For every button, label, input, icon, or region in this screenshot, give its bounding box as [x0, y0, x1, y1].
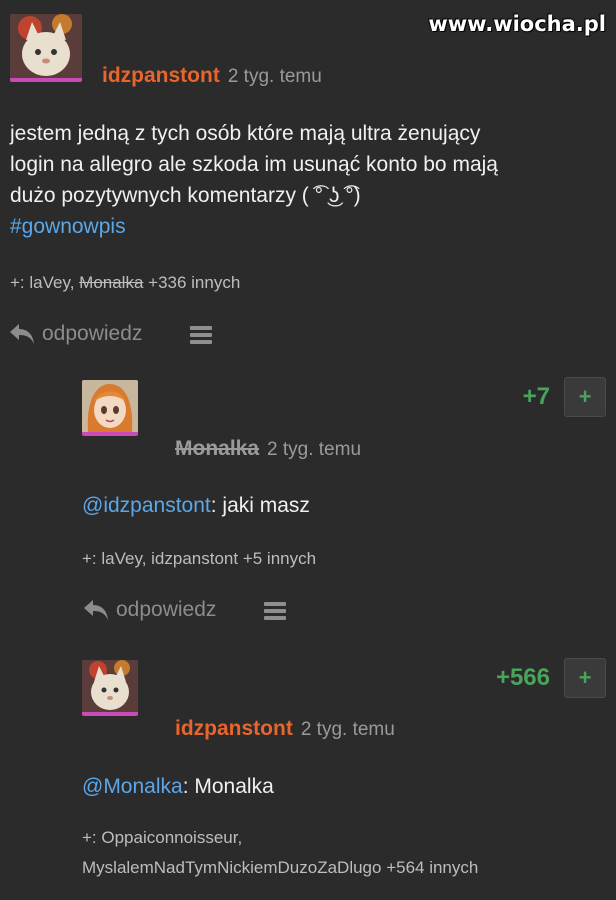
mention-link[interactable]: @idzpanstont [82, 494, 211, 517]
reply-arrow-icon [84, 600, 108, 620]
voter-link[interactable]: laVey [29, 273, 69, 292]
comment-vote-count: +7 [522, 383, 550, 410]
comment-header: idzpanstont 2 tyg. temu [175, 717, 395, 741]
post-author[interactable]: idzpanstont [102, 64, 220, 88]
mention-link[interactable]: @Monalka [82, 775, 183, 798]
comment-voters[interactable]: +: laVey, idzpanstont +5 innych [82, 544, 316, 574]
anime-girl-avatar-icon [82, 380, 138, 432]
comment-body: @Monalka: Monalka [82, 771, 274, 802]
comment-header: Monalka 2 tyg. temu [175, 437, 361, 461]
reply-label: odpowiedz [42, 322, 143, 345]
reply-button[interactable]: odpowiedz [8, 322, 142, 346]
menu-icon[interactable] [190, 326, 212, 344]
comment-vote-count: +566 [495, 664, 550, 691]
post-body-line: dużo pozytywnych komentarzy ( ͡° ͜ʖ ͡°) [10, 184, 361, 207]
cat-avatar-icon [10, 14, 82, 78]
post-header: idzpanstont 2 tyg. temu [102, 64, 322, 88]
comment-voters[interactable]: +: Oppaiconnoisseur, MyslalemNadTymNicki… [82, 823, 478, 883]
voter-link[interactable]: Monalka [79, 273, 143, 292]
cat-avatar-icon [82, 660, 138, 712]
reply-arrow-icon [10, 324, 34, 344]
avatar[interactable] [10, 14, 82, 82]
voters-separator: , [69, 273, 80, 292]
post-body: jestem jedną z tych osób które mają ultr… [10, 118, 610, 242]
avatar[interactable] [82, 380, 138, 436]
voters-more[interactable]: +336 innych [143, 273, 240, 292]
comment-author[interactable]: Monalka [175, 437, 259, 461]
comment-body: @idzpanstont: jaki masz [82, 490, 310, 521]
comment-time[interactable]: 2 tyg. temu [267, 439, 361, 461]
avatar[interactable] [82, 660, 138, 716]
post-body-line: jestem jedną z tych osób które mają ultr… [10, 122, 481, 145]
post-time[interactable]: 2 tyg. temu [228, 66, 322, 88]
watermark: www.wiocha.pl [428, 12, 606, 36]
comment-author[interactable]: idzpanstont [175, 717, 293, 741]
menu-icon[interactable] [264, 602, 286, 620]
voters-prefix: +: [10, 273, 30, 292]
comment-text: : jaki masz [210, 494, 310, 517]
post-voters: +: laVey, Monalka +336 innych [10, 268, 240, 298]
post-body-line: login na allegro ale szkoda im usunąć ko… [10, 153, 498, 176]
voters-line: MyslalemNadTymNickiemDuzoZaDlugo +564 in… [82, 858, 479, 877]
plus-vote-button[interactable]: + [564, 377, 606, 417]
reply-button[interactable]: odpowiedz [82, 598, 216, 622]
reply-label: odpowiedz [116, 598, 217, 621]
voters-line: +: Oppaiconnoisseur, [82, 828, 243, 847]
comment-time[interactable]: 2 tyg. temu [301, 719, 395, 741]
plus-vote-button[interactable]: + [564, 658, 606, 698]
comment-text: : Monalka [182, 775, 274, 798]
hashtag-link[interactable]: #gownowpis [10, 211, 610, 242]
